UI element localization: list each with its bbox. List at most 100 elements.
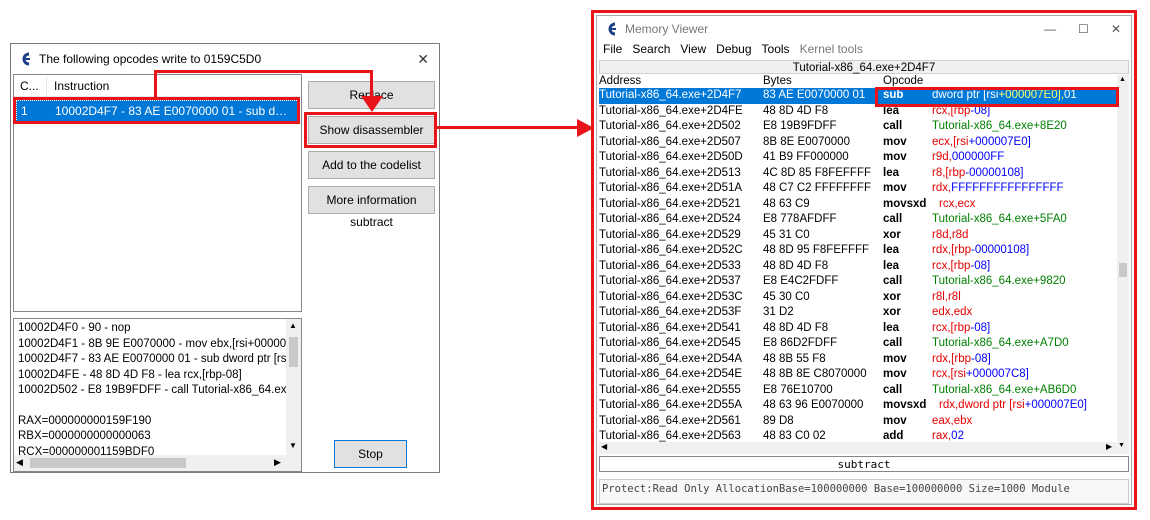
disasm-row[interactable]: Tutorial-x86_64.exe+2D54A 48 8B 55 F8 mov r…: [599, 352, 1116, 368]
disasm-opcode: lea: [883, 166, 899, 179]
memory-viewer-title: Memory Viewer: [625, 22, 709, 36]
disasm-bytes: 48 8D 4D F8: [763, 259, 829, 272]
operand-token: r9d,: [932, 151, 952, 163]
context-horizontal-scrollbar[interactable]: ◀ ▶: [14, 455, 301, 471]
disasm-address: Tutorial-x86_64.exe+2D4FE: [599, 104, 743, 117]
scroll-thumb[interactable]: [289, 337, 298, 367]
disasm-operands: edx,edx: [932, 305, 972, 321]
scroll-down-icon[interactable]: ▼: [289, 441, 297, 450]
scroll-up-icon[interactable]: ▲: [289, 321, 297, 330]
disasm-row[interactable]: Tutorial-x86_64.exe+2D541 48 8D 4D F8 lea r…: [599, 321, 1116, 337]
more-information-button[interactable]: More information: [308, 186, 435, 214]
disasm-address: Tutorial-x86_64.exe+2D50D: [599, 151, 743, 163]
disasm-operands: eax,ebx: [932, 414, 972, 430]
context-vertical-scrollbar[interactable]: ▲ ▼: [286, 319, 301, 455]
scroll-left-icon[interactable]: ◀: [16, 457, 23, 468]
operand-token: +000007E0]: [1024, 399, 1087, 411]
disasm-opcode: call: [883, 120, 903, 132]
disasm-operands: r8d,r8d: [932, 228, 968, 244]
scroll-up-icon[interactable]: ▲: [1119, 76, 1126, 83]
stop-button[interactable]: Stop: [334, 440, 407, 468]
disasm-operands: Tutorial-x86_64.exe+9820: [932, 274, 1066, 290]
disasm-address: Tutorial-x86_64.exe+2D521: [599, 197, 741, 210]
disasm-row[interactable]: Tutorial-x86_64.exe+2D53F 31 D2 xor edx,edx: [599, 305, 1116, 321]
disasm-address: Tutorial-x86_64.exe+2D54A: [599, 352, 743, 365]
disasm-opcode: xor: [883, 228, 901, 241]
column-header-instruction[interactable]: Instruction: [54, 79, 109, 93]
disasm-row[interactable]: Tutorial-x86_64.exe+2D521 48 63 C9 movsxd r…: [599, 197, 1116, 213]
disasm-row[interactable]: Tutorial-x86_64.exe+2D502 E8 19B9FDFF call…: [599, 119, 1116, 135]
disasm-address: Tutorial-x86_64.exe+2D545: [599, 337, 741, 349]
operand-token: Tutorial-x86_64.exe+AB6D0: [932, 383, 1077, 396]
disasm-row[interactable]: Tutorial-x86_64.exe+2D55A 48 63 96 E00700…: [599, 398, 1116, 414]
column-header-count[interactable]: C...: [20, 79, 39, 93]
operand-token: ecx,[: [932, 135, 957, 148]
disasm-row[interactable]: Tutorial-x86_64.exe+2D54E 48 8B 8E C80700…: [599, 367, 1116, 383]
memory-viewer-window: Memory Viewer — ☐ ✕ File Search View Deb…: [596, 15, 1132, 505]
disassembly-view[interactable]: Address Bytes Opcode Tutorial-x86_64.exe…: [599, 75, 1129, 453]
memory-viewer-titlebar: Memory Viewer — ☐ ✕: [597, 16, 1131, 42]
disasm-opcode: mov: [883, 352, 907, 365]
scroll-thumb-horizontal[interactable]: [30, 458, 186, 468]
disasm-row[interactable]: Tutorial-x86_64.exe+2D529 45 31 C0 xor r8d,…: [599, 228, 1116, 244]
disasm-row[interactable]: Tutorial-x86_64.exe+2D53C 45 30 C0 xor r8l,…: [599, 290, 1116, 306]
hex-view-area[interactable]: Protect:Read Only AllocationBase=1000000…: [599, 479, 1129, 504]
scroll-thumb[interactable]: [1119, 263, 1127, 277]
operand-token: rbp: [948, 166, 966, 179]
scroll-left-icon[interactable]: ◀: [601, 442, 607, 451]
operand-token: edx,edx: [932, 306, 973, 318]
disasm-row[interactable]: Tutorial-x86_64.exe+2D52C 48 8D 95 F8FEFF…: [599, 243, 1116, 259]
disasm-operands: ecx,[rsi+000007E0]: [932, 135, 1031, 151]
disasm-operands: r8,[rbp-00000108]: [932, 166, 1023, 182]
disasm-row[interactable]: Tutorial-x86_64.exe+2D555 E8 76E10700 call…: [599, 383, 1116, 399]
close-icon[interactable]: ✕: [417, 51, 429, 68]
disasm-row[interactable]: Tutorial-x86_64.exe+2D533 48 8D 4D F8 lea r…: [599, 259, 1116, 275]
disasm-row[interactable]: Tutorial-x86_64.exe+2D507 8B 8E E0070000 m…: [599, 135, 1116, 151]
disasm-row[interactable]: Tutorial-x86_64.exe+2D561 89 D8 mov eax,ebx: [599, 414, 1116, 430]
menu-tools[interactable]: Tools: [762, 42, 790, 58]
opcode-description: subtract: [350, 215, 393, 229]
context-line: RBX=0000000000000063: [18, 430, 151, 442]
menu-file[interactable]: File: [603, 42, 622, 58]
menu-view[interactable]: View: [680, 42, 706, 58]
disasm-opcode: mov: [883, 135, 907, 148]
operand-token: rbp: [954, 352, 971, 365]
operand-token: +000007E0]: [968, 135, 1031, 148]
context-line: RCX=000000001159BDF0: [18, 445, 155, 456]
disasm-bytes: 83 AE E0070000 01: [763, 89, 866, 101]
operand-token: rcx,[: [932, 321, 954, 334]
disasm-bytes: 45 30 C0: [763, 290, 810, 303]
context-line: RAX=000000000159F190: [18, 414, 152, 427]
disasm-row[interactable]: Tutorial-x86_64.exe+2D524 E8 778AFDFF call…: [599, 212, 1116, 228]
maximize-icon[interactable]: ☐: [1078, 22, 1089, 36]
connector-line-left: [154, 70, 157, 97]
highlight-show-disassembler: [304, 112, 437, 148]
disasm-bytes: 48 8D 4D F8: [763, 321, 829, 334]
disasm-row[interactable]: Tutorial-x86_64.exe+2D537 E8 E4C2FDFF call…: [599, 274, 1116, 290]
menu-kernel-tools[interactable]: Kernel tools: [800, 42, 863, 58]
scroll-down-icon[interactable]: ▼: [1118, 442, 1125, 449]
scroll-right-icon[interactable]: ▶: [1106, 442, 1112, 451]
disasm-opcode: call: [883, 337, 903, 349]
column-header-address[interactable]: Address: [599, 75, 641, 88]
disasm-opcode: lea: [883, 259, 899, 272]
menu-debug[interactable]: Debug: [716, 42, 751, 58]
disasm-row[interactable]: Tutorial-x86_64.exe+2D51A 48 C7 C2 FFFFFF…: [599, 181, 1116, 197]
context-info-box[interactable]: 10002D4F0 - 90 - nop 10002D4F1 - 8B 9E E…: [13, 318, 302, 472]
column-header-bytes[interactable]: Bytes: [763, 75, 792, 88]
disasm-bytes: E8 86D2FDFF: [763, 337, 838, 349]
disasm-row[interactable]: Tutorial-x86_64.exe+2D513 4C 8D 85 F8FEFF…: [599, 166, 1116, 182]
disasm-horizontal-scrollbar[interactable]: ◀ ▶ ▼: [599, 442, 1129, 454]
disasm-bytes: E8 E4C2FDFF: [763, 275, 839, 287]
operand-token: rsi: [956, 135, 969, 148]
disasm-row[interactable]: Tutorial-x86_64.exe+2D50D 41 B9 FF000000 m…: [599, 150, 1116, 166]
operand-token: r8,[: [932, 166, 949, 179]
scroll-right-icon[interactable]: ▶: [274, 457, 281, 468]
disasm-vertical-scrollbar[interactable]: ▲: [1117, 75, 1129, 453]
close-icon[interactable]: ✕: [1111, 22, 1121, 36]
minimize-icon[interactable]: —: [1044, 22, 1056, 36]
menu-search[interactable]: Search: [632, 42, 670, 58]
add-to-codelist-button[interactable]: Add to the codelist: [308, 151, 435, 179]
disasm-operands: rcx,ecx: [939, 197, 975, 213]
disasm-row[interactable]: Tutorial-x86_64.exe+2D545 E8 86D2FDFF call…: [599, 336, 1116, 352]
